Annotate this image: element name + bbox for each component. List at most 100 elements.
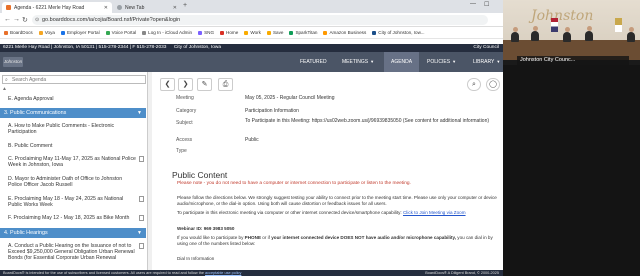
bookmark-icon	[105, 30, 110, 35]
chevron-left-icon: ❮	[164, 81, 171, 88]
bookmark[interactable]: Work	[244, 30, 261, 35]
instructions-text: Please follow the directions below. We s…	[177, 195, 497, 206]
bookmark[interactable]: Voya	[38, 30, 55, 35]
bookmark[interactable]: Save	[266, 30, 283, 35]
bookmark-icon	[372, 30, 377, 35]
agenda-item[interactable]: E. Agenda Approval	[8, 96, 136, 102]
agenda-item[interactable]: D. Mayor to Administer Oath of Office to…	[8, 176, 136, 188]
flag-icon	[615, 18, 622, 32]
city-logo[interactable]: Johnston	[3, 57, 23, 67]
bookmark[interactable]: Log In - iCloud Admin	[142, 30, 192, 35]
agenda-item[interactable]: A. How to Make Public Comments - Electro…	[8, 123, 136, 135]
previous-item-button[interactable]: ❮	[160, 78, 175, 91]
agenda-item[interactable]: C. Proclaiming May 11-May 17, 2025 as Na…	[8, 156, 144, 168]
sidebar-scrollbar[interactable]	[148, 72, 152, 270]
agenda-section[interactable]: 3. Public Communications ▼	[0, 108, 146, 118]
bookmark[interactable]: SNG	[198, 30, 214, 35]
wall-logo-text: Johnston	[531, 8, 594, 24]
scroll-up-icon[interactable]: ▲	[2, 86, 7, 92]
next-item-button[interactable]: ❯	[178, 78, 193, 91]
bookmark[interactable]: City of Johnston, Iow...	[372, 30, 424, 35]
detail-label: Type	[176, 148, 187, 154]
copyright: BoardDocs® A Diligent Brand, © 2000-2025	[425, 271, 499, 275]
notice-text: Please note - you do not need to have a …	[177, 181, 411, 186]
close-icon[interactable]: ✕	[173, 5, 177, 11]
council-member	[511, 27, 519, 42]
agenda-item[interactable]: A. Conduct a Public Hearing on the Issua…	[8, 243, 144, 261]
detail-label: Meeting	[176, 95, 194, 101]
minimize-icon[interactable]: —	[470, 1, 476, 7]
bookmark-icon	[38, 30, 43, 35]
boarddocs-nav: Johnston FEATURED MEETINGS ▼ AGENDA POLIC…	[0, 52, 503, 72]
bookmark-icon	[60, 30, 65, 35]
org-address: 6221 Merle Hay Road | Johnston, IA 50131…	[3, 45, 167, 50]
detail-value: Public	[245, 137, 259, 143]
agenda-item[interactable]: F. Proclaiming May 12 - May 18, 2025 as …	[8, 215, 144, 221]
bookmark-icon	[4, 30, 8, 35]
join-zoom-link[interactable]: Click to Join Meeting via Zoom	[403, 210, 466, 215]
nav-library[interactable]: LIBRARY ▼	[466, 52, 507, 72]
agenda-section[interactable]: 4. Public Hearings ▼	[0, 228, 146, 238]
nav-featured[interactable]: FEATURED	[293, 52, 334, 72]
url-field[interactable]: ⊙ go.boarddocs.com/ia/cojia/Board.nsf/Pr…	[32, 15, 488, 25]
nav-agenda[interactable]: AGENDA	[384, 52, 420, 72]
url-text: go.boarddocs.com/ia/cojia/Board.nsf/Priv…	[42, 17, 181, 23]
committee-name: City Council	[473, 45, 499, 50]
flag-icon	[551, 18, 558, 32]
footer: BoardDocs® is intended for the use of su…	[0, 270, 503, 276]
detail-label: Access	[176, 137, 193, 143]
video-caption: Johnston City Counc...	[517, 56, 629, 65]
tab-title: New Tab	[125, 4, 145, 11]
bookmark-icon	[289, 30, 294, 35]
nav-policies[interactable]: POLICIES ▼	[420, 52, 463, 72]
dial-in-heading: Dial In Information	[177, 256, 215, 261]
org-name: City of Johnston, Iowa	[173, 45, 222, 50]
document-icon[interactable]	[139, 215, 144, 221]
search-button[interactable]: ⌕	[467, 78, 481, 91]
site-info-icon[interactable]: ⊙	[35, 15, 39, 25]
document-icon[interactable]	[139, 243, 144, 249]
detail-value: May 05, 2025 - Regular Council Meeting	[245, 95, 335, 101]
browser-tab-agenda[interactable]: Agenda - 6221 Merle Hay Road ✕	[2, 2, 112, 13]
print-button[interactable]: ⎙	[218, 78, 233, 91]
search-icon: ⌕	[5, 77, 8, 83]
reload-icon[interactable]: ↻	[22, 16, 28, 24]
bookmark[interactable]: Home	[220, 30, 238, 35]
globe-icon	[117, 5, 122, 10]
forward-icon[interactable]: →	[13, 16, 20, 23]
detail-value: Participation Information	[245, 108, 299, 114]
bookmark[interactable]: SparkTitan	[289, 30, 317, 35]
document-icon[interactable]	[139, 196, 144, 202]
public-content-heading: Public Content	[172, 170, 228, 180]
back-icon[interactable]: ←	[4, 16, 11, 23]
close-icon[interactable]: ✕	[104, 5, 108, 11]
comment-icon: ◯	[489, 81, 497, 88]
zoom-instructions: To participate in this electronic meetin…	[177, 210, 466, 215]
council-member	[531, 26, 539, 41]
tab-title: Agenda - 6221 Merle Hay Road	[14, 4, 85, 11]
detail-value: To Participate in this Meeting: https://…	[245, 118, 490, 124]
chevron-down-icon: ▼	[137, 230, 142, 236]
search-icon: ⌕	[472, 81, 476, 88]
folder-icon	[244, 30, 249, 35]
bookmark[interactable]: Employer Portal	[60, 30, 100, 35]
video-feed: Johnston Johnston City Counc...	[503, 0, 640, 276]
search-agenda-input[interactable]: ⌕ Search Agenda	[2, 75, 146, 84]
chevron-right-icon: ❯	[182, 81, 189, 88]
bookmark-icon	[220, 30, 225, 35]
bookmark[interactable]: BoardDocs	[4, 30, 33, 35]
acceptable-use-link[interactable]: acceptable use policy	[205, 271, 241, 275]
webinar-id: Webinar ID: 969 3983 5050	[177, 226, 235, 231]
agenda-item[interactable]: E. Proclaiming May 18 - May 24, 2025 as …	[8, 196, 144, 208]
document-icon[interactable]	[139, 156, 144, 162]
bookmark[interactable]: Amazon Business	[323, 30, 366, 35]
agenda-item[interactable]: B. Public Comment	[8, 143, 136, 149]
boarddocs-favicon-icon	[6, 5, 11, 10]
comment-button[interactable]: ◯	[486, 78, 500, 91]
maximize-icon[interactable]: ☐	[484, 1, 489, 8]
edit-button[interactable]: ✎	[197, 78, 212, 91]
browser-tab-new[interactable]: New Tab ✕	[113, 2, 181, 13]
nav-meetings[interactable]: MEETINGS ▼	[335, 52, 381, 72]
bookmark[interactable]: Voice Portal	[105, 30, 136, 35]
new-tab-icon[interactable]: +	[183, 2, 187, 9]
